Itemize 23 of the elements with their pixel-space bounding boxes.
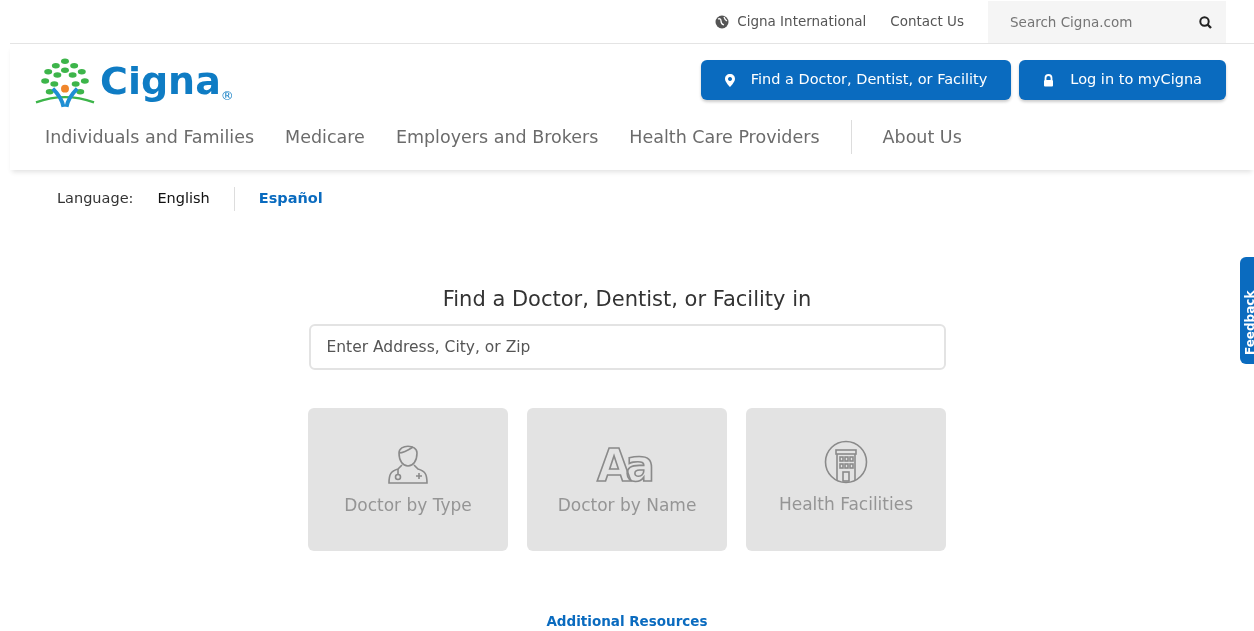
language-option[interactable]: Español xyxy=(258,188,323,210)
feedback-tab[interactable]: Feedback xyxy=(1240,257,1254,364)
nav-link[interactable]: Medicare xyxy=(285,123,365,151)
nav-link[interactable]: Health Care Providers xyxy=(629,123,820,151)
resources-link[interactable]: Additional Resources xyxy=(546,610,708,631)
finder-heading: Find a Doctor, Dentist, or Facility in xyxy=(442,286,812,313)
globe-icon xyxy=(715,14,730,29)
lock-icon xyxy=(1043,73,1055,87)
language-label: Language: xyxy=(57,189,134,209)
search-icon xyxy=(1199,15,1212,29)
nav-link[interactable]: Individuals and Families xyxy=(45,123,255,151)
nav-link[interactable]: About Us xyxy=(882,123,962,151)
utility-link[interactable]: Contact Us xyxy=(890,11,964,32)
location-field[interactable]: Enter Address, City, or Zip xyxy=(308,323,946,370)
nav-link[interactable]: Employers and Brokers xyxy=(395,123,599,151)
header-button[interactable]: Find a Doctor, Dentist, or Facility xyxy=(700,60,1012,100)
search-field[interactable]: Search Cigna.com xyxy=(988,0,1226,43)
letters-icon: Aa xyxy=(596,439,658,486)
utility-link[interactable]: Cigna International xyxy=(715,11,867,32)
map-pin-icon xyxy=(724,73,735,87)
header-button[interactable]: Log in to myCigna xyxy=(1019,60,1226,100)
building-icon xyxy=(824,440,868,485)
language-option[interactable]: English xyxy=(157,188,210,210)
